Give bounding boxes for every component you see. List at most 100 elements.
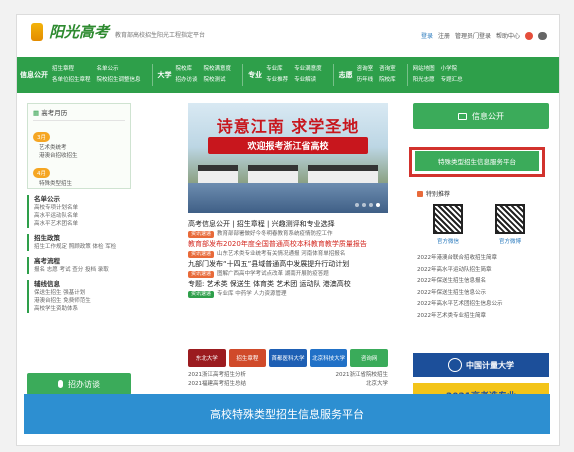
microphone-icon bbox=[58, 380, 63, 388]
section-title[interactable]: 高考流程 bbox=[34, 257, 131, 266]
nav-item[interactable]: 专业库 bbox=[266, 66, 288, 73]
headline-links[interactable]: 高考信息公开 | 招生章程 | 兴趣测评和专业选择 bbox=[188, 219, 388, 230]
bottom-link[interactable]: 2021福建高考招生总结 bbox=[188, 380, 246, 389]
nav-head[interactable]: 大学 bbox=[158, 71, 172, 80]
section-link[interactable]: 保送生招生 强基计划 bbox=[34, 289, 131, 297]
nav-item[interactable]: 院校测试 bbox=[204, 77, 232, 84]
nav-head[interactable]: 专业 bbox=[248, 71, 262, 80]
carousel-dot-active[interactable] bbox=[376, 203, 380, 207]
news-row: 资讯速递 图解广西高中学考试点改革 湖南开展防疫答题 bbox=[188, 270, 388, 279]
section-link[interactable]: 高校专项计划名单 bbox=[34, 204, 131, 212]
nav-item[interactable]: 院校招生调整信息 bbox=[97, 77, 141, 84]
nav-item[interactable]: 阳光志愿 bbox=[413, 77, 435, 84]
section-link[interactable]: 招生工作规定 照顾政策 体检 军检 bbox=[34, 243, 131, 251]
section-title[interactable]: 辅线信息 bbox=[34, 280, 131, 289]
calendar-title-text: 高考月历 bbox=[41, 109, 68, 117]
nav-block-misc: 网站地图阳光志愿 小学院专题汇总 bbox=[410, 66, 472, 84]
calendar-item[interactable]: 特殊类型招生 bbox=[33, 180, 125, 188]
nav-divider bbox=[242, 64, 244, 86]
info-open-button[interactable]: 信息公开 bbox=[413, 103, 549, 129]
nav-item[interactable]: 历年线 bbox=[357, 77, 374, 84]
bottom-link[interactable]: 2021浙江省院校招生 bbox=[336, 371, 389, 380]
nav-item[interactable]: 院校库 bbox=[176, 66, 198, 73]
hero-banner[interactable]: 诗意江南 求学圣地 欢迎报考浙江省高校 bbox=[188, 103, 388, 213]
recommend-item[interactable]: 2022年港澳台联合招收招生简章 bbox=[417, 253, 541, 265]
carousel-dot[interactable] bbox=[369, 203, 373, 207]
nav-item[interactable]: 咨询室 bbox=[379, 66, 396, 73]
nav-item[interactable]: 名单公示 bbox=[97, 66, 141, 73]
recommend-title: 特别推荐 bbox=[426, 191, 451, 198]
login-link[interactable]: 登录 bbox=[421, 31, 433, 40]
nav-item[interactable]: 专业推荐 bbox=[266, 77, 288, 84]
partner-logo[interactable]: 东北大学 bbox=[188, 349, 226, 367]
news-text[interactable]: 山东艺术类专业统考有关情况通报 河南体育单招报名 bbox=[217, 250, 345, 259]
section-link[interactable]: 高水平运动队名单 bbox=[34, 212, 131, 220]
page-frame: 阳光高考 教育部高校招生阳光工程指定平台 登录 注册 管理员门登录 帮助中心 信… bbox=[16, 14, 560, 446]
carousel-dot[interactable] bbox=[362, 203, 366, 207]
nav-item[interactable]: 专题汇总 bbox=[441, 77, 463, 84]
news-tag[interactable]: 资讯速递 bbox=[188, 251, 215, 258]
bottom-link[interactable]: 2021浙江高考招生分析 bbox=[188, 371, 246, 380]
recommend-item[interactable]: 2022年保送生招生信息报名 bbox=[417, 276, 541, 288]
section-link[interactable]: 港澳台招生 免费师范生 bbox=[34, 297, 131, 305]
section-link[interactable]: 高水平艺术团名单 bbox=[34, 220, 131, 228]
wechat-icon[interactable] bbox=[538, 31, 547, 40]
section-title[interactable]: 名单公示 bbox=[34, 195, 131, 204]
help-center-link[interactable]: 帮助中心 bbox=[496, 31, 520, 40]
news-tag[interactable]: 资讯速递 bbox=[188, 291, 215, 298]
partner-logo[interactable]: 咨询网 bbox=[350, 349, 388, 367]
nav-item[interactable]: 咨询室 bbox=[357, 66, 374, 73]
month-badge[interactable]: 3月 bbox=[33, 132, 50, 142]
section-link[interactable]: 高校学生资助体系 bbox=[34, 305, 131, 313]
month-badge[interactable]: 4月 bbox=[33, 168, 50, 178]
nav-item[interactable]: 网站地图 bbox=[413, 66, 435, 73]
banner-title: 诗意江南 求学圣地 bbox=[216, 117, 360, 136]
news-text[interactable]: 教育部部署做好今冬明春教育系统疫情防控工作 bbox=[217, 230, 333, 239]
partner-logo[interactable]: 首都医科大学 bbox=[269, 349, 307, 367]
recommend-item[interactable]: 2022年高水平运动队招生简章 bbox=[417, 265, 541, 277]
carousel-dot[interactable] bbox=[355, 203, 359, 207]
section-title[interactable]: 招生政策 bbox=[34, 234, 131, 243]
site-logo[interactable]: 阳光高考 教育部高校招生阳光工程指定平台 bbox=[31, 21, 205, 42]
admin-login-link[interactable]: 管理员门登录 bbox=[455, 31, 491, 40]
news-text[interactable]: 图解广西高中学考试点改革 湖南开展防疫答题 bbox=[217, 270, 329, 279]
register-link[interactable]: 注册 bbox=[438, 31, 450, 40]
nav-item[interactable]: 招生章程 bbox=[52, 66, 91, 73]
qr-code-icon bbox=[495, 204, 525, 234]
recommend-item[interactable]: 2022年高水平艺术团招生信息公示 bbox=[417, 299, 541, 311]
partner-logo[interactable]: 招生章程 bbox=[228, 349, 267, 367]
section-link[interactable]: 报名 志愿 考试 查分 投档 录取 bbox=[34, 266, 131, 274]
qr-weibo[interactable]: 官方微博 bbox=[495, 204, 525, 245]
news-text[interactable]: 专业库 中药学 人力资源管理 bbox=[217, 290, 287, 299]
recommend-item[interactable]: 2022年艺术类专业招生简章 bbox=[417, 311, 541, 323]
calendar-item[interactable]: 艺术类统考 bbox=[33, 144, 125, 152]
nav-item[interactable]: 院校库 bbox=[379, 77, 396, 84]
qr-wechat[interactable]: 官方微信 bbox=[433, 204, 463, 245]
news-tag[interactable]: 资讯速递 bbox=[188, 271, 215, 278]
recommend-item[interactable]: 2022年保送生招生信息公示 bbox=[417, 288, 541, 300]
university-emblem-icon bbox=[448, 358, 462, 372]
nav-divider bbox=[332, 64, 334, 86]
calendar-item[interactable]: 港澳台招收招生 bbox=[33, 152, 125, 160]
nav-item[interactable]: 院校满意度 bbox=[204, 66, 232, 73]
consult-button[interactable]: 招办访谈 bbox=[27, 373, 131, 395]
nav-divider bbox=[406, 64, 408, 86]
news-headline[interactable]: 九部门发布“十四五”县域普通高中发展提升行动计划 bbox=[188, 259, 388, 270]
news-headline[interactable]: 教育部发布2020年度全国普通高校本科教育教学质量报告 bbox=[188, 239, 388, 250]
calendar-title: ▦ 高考月历 bbox=[33, 107, 125, 121]
nav-item[interactable]: 各单位招生章程 bbox=[52, 77, 91, 84]
nav-item[interactable]: 专业满意度 bbox=[294, 66, 322, 73]
news-headline[interactable]: 专题: 艺术类 保送生 体育类 艺术团 运动队 港澳高校 bbox=[188, 279, 388, 290]
nav-item[interactable]: 专业解读 bbox=[294, 77, 322, 84]
site-header: 阳光高考 教育部高校招生阳光工程指定平台 登录 注册 管理员门登录 帮助中心 bbox=[17, 15, 559, 57]
bottom-link[interactable]: 北京大学 bbox=[366, 380, 388, 389]
weibo-icon[interactable] bbox=[525, 31, 533, 40]
university-banner[interactable]: 中国计量大学 bbox=[413, 353, 549, 377]
nav-item[interactable]: 小学院 bbox=[441, 66, 463, 73]
nav-head[interactable]: 志愿 bbox=[339, 71, 353, 80]
partner-logo[interactable]: 北京科技大学 bbox=[309, 349, 348, 367]
nav-item[interactable]: 招办访谈 bbox=[176, 77, 198, 84]
special-admission-platform-button[interactable]: 特殊类型招生信息服务平台 bbox=[415, 151, 539, 171]
news-tag[interactable]: 资讯速递 bbox=[188, 231, 215, 238]
nav-head[interactable]: 信息公开 bbox=[20, 71, 48, 80]
